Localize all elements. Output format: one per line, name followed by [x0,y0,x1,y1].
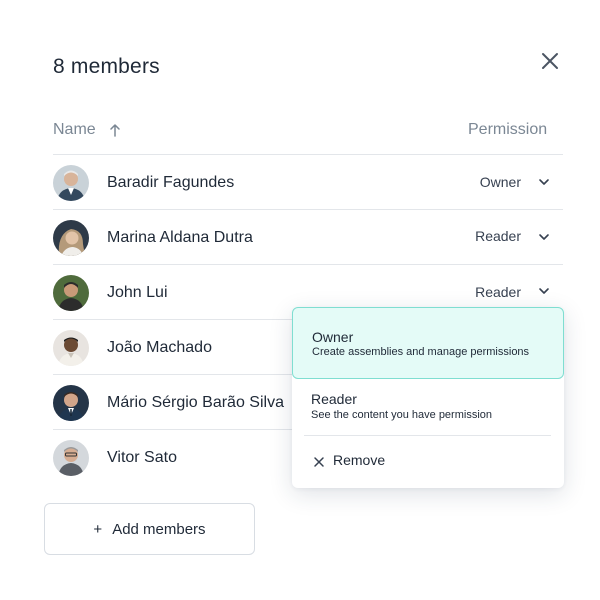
member-name: Marina Aldana Dutra [107,229,253,246]
chevron-down-icon[interactable] [537,284,551,298]
menu-option-reader[interactable]: Reader See the content you have permissi… [292,379,564,435]
menu-divider [304,435,551,436]
permission-value[interactable]: Owner [480,174,521,190]
member-name: João Machado [107,339,212,356]
permission-value[interactable]: Reader [475,284,521,300]
avatar [53,275,89,311]
member-row-baradir: Baradir Fagundes Owner [53,155,563,209]
arrow-up-icon[interactable] [108,121,122,139]
remove-label: Remove [333,452,386,468]
menu-option-remove[interactable]: Remove [292,443,564,479]
avatar [53,440,89,476]
add-members-label: Add members [112,520,206,538]
permission-value[interactable]: Reader [475,228,521,244]
column-header-permission: Permission [468,121,548,138]
add-members-button[interactable]: + Add members [44,503,255,555]
dialog-title: 8 members [53,55,160,78]
option-description: See the content you have permission [311,409,493,421]
close-button[interactable] [538,49,562,73]
chevron-down-icon[interactable] [537,230,551,244]
avatar [53,165,89,201]
members-dialog: 8 members Name Permission Baradir Fagund… [0,0,600,600]
member-row-marina: Marina Aldana Dutra Reader [53,210,563,264]
option-title: Reader [311,391,357,407]
member-name: Vitor Sato [107,449,177,466]
member-name: John Lui [107,284,168,301]
close-icon [542,53,558,69]
plus-icon: + [93,520,103,538]
avatar [53,330,89,366]
member-name: Baradir Fagundes [107,174,235,191]
member-name: Mário Sérgio Barão Silva [107,394,284,411]
column-header-name[interactable]: Name [53,121,96,139]
permission-dropdown-menu: Owner Create assemblies and manage permi… [292,307,564,488]
menu-option-owner[interactable]: Owner Create assemblies and manage permi… [292,307,564,379]
chevron-down-icon[interactable] [537,175,551,189]
avatar [53,385,89,421]
close-icon [313,455,325,467]
avatar [53,220,89,256]
option-description: Create assemblies and manage permissions [312,346,530,358]
option-title: Owner [312,329,354,345]
